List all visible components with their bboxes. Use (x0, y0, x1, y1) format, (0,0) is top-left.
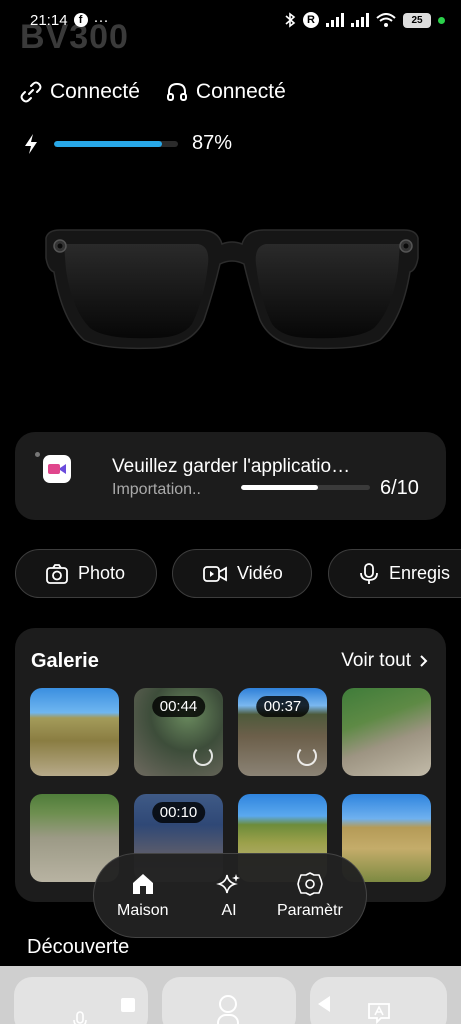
back-button[interactable] (310, 977, 447, 1024)
video-label: Vidéo (237, 563, 283, 583)
import-subtitle: Importation.. (112, 481, 201, 498)
back-triangle-icon (318, 996, 330, 1012)
discover-section-title: Découverte (27, 936, 130, 958)
link-status: Connecté (50, 80, 140, 103)
status-bar: 21:14 f ··· R 25 (0, 0, 461, 40)
battery-indicator: 25 (403, 12, 431, 28)
voice-input-button[interactable] (14, 977, 148, 1024)
nav-home-label: Maison (117, 902, 169, 919)
bottom-navigation: Maison AI Paramètr (93, 853, 367, 938)
battery-row: 87% (22, 132, 232, 155)
privacy-dot-icon (438, 16, 445, 24)
battery-percent: 87% (192, 132, 233, 154)
stop-square-icon (121, 998, 135, 1012)
glasses-image (45, 229, 419, 350)
nav-settings-label: Paramètr (277, 902, 343, 919)
audio-status: Connecté (195, 80, 286, 103)
import-progress-fill (241, 485, 319, 490)
photo-button[interactable]: Photo (15, 549, 157, 598)
roaming-icon: R (303, 12, 319, 28)
photo-label: Photo (78, 563, 126, 583)
gallery-thumb-3[interactable]: 00:37 (238, 688, 327, 776)
audio-connection[interactable]: Connecté (166, 80, 286, 104)
gallery-thumb-1[interactable] (30, 688, 119, 776)
signal-icon-1 (326, 13, 344, 27)
app-screen: 21:14 f ··· R 25 BV300 Connecté Connecté… (0, 0, 461, 1024)
loading-spinner-icon (297, 746, 317, 766)
lightning-icon (25, 133, 37, 154)
system-bar (0, 966, 461, 1024)
signal-icon-2 (351, 13, 369, 27)
nav-ai[interactable]: AI (216, 872, 242, 920)
video-button[interactable]: Vidéo (172, 549, 312, 598)
link-connection[interactable]: Connecté (20, 80, 140, 104)
nav-home[interactable]: Maison (117, 872, 169, 920)
video-import-icon (43, 455, 71, 483)
nav-settings[interactable]: Paramètr (277, 872, 343, 920)
record-label: Enregis (389, 563, 451, 583)
video-camera-icon (203, 565, 227, 582)
status-time: 21:14 (30, 11, 68, 29)
nav-ai-label: AI (221, 902, 237, 919)
capture-actions: Photo Vidéo Enregis (15, 549, 461, 599)
camera-icon (46, 563, 68, 584)
link-icon (20, 81, 42, 103)
home-icon (132, 874, 153, 894)
gallery-thumb-2[interactable]: 00:44 (134, 688, 223, 776)
facebook-notification-icon: f (73, 13, 88, 27)
record-button[interactable]: Enregis (328, 549, 461, 598)
import-indicator-dot (35, 452, 40, 457)
bluetooth-icon (285, 12, 296, 28)
assistant-button[interactable] (162, 977, 296, 1024)
see-all-link[interactable]: Voir tout (341, 650, 428, 672)
loading-spinner-icon (193, 746, 213, 766)
import-title: Veuillez garder l'applicatio… (112, 456, 351, 477)
import-progress-bar (241, 485, 370, 490)
assistant-icon (217, 995, 239, 1024)
headphones-icon (166, 82, 187, 101)
wifi-icon (376, 13, 396, 27)
connection-row: Connecté Connecté (20, 80, 286, 104)
microphone-icon (360, 562, 378, 584)
video-duration: 00:44 (151, 696, 206, 717)
gear-icon (297, 872, 323, 896)
battery-level-fill (54, 140, 162, 147)
microphone-icon (73, 1011, 87, 1024)
gallery-title: Galerie (31, 650, 99, 672)
see-all-label: Voir tout (341, 650, 411, 671)
more-notifications-icon: ··· (93, 11, 109, 29)
chevron-right-icon (420, 655, 428, 667)
video-duration: 00:10 (151, 802, 206, 823)
sparkle-icon (216, 874, 240, 894)
import-count: 6/10 (380, 477, 419, 499)
battery-level-bar (54, 140, 178, 147)
translate-icon (368, 1003, 390, 1024)
video-duration: 00:37 (255, 696, 310, 717)
gallery-thumb-4[interactable] (342, 688, 431, 776)
